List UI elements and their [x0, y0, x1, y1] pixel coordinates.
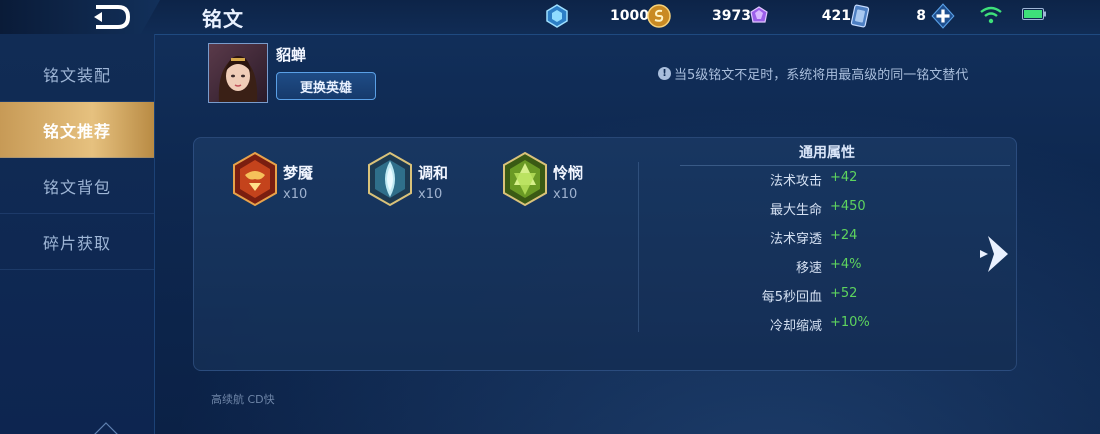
rune-screen: 铭文 1000 3973 421 8 铭文装配 铭文推荐 铭文背包 碎片获取 貂…: [0, 0, 1100, 434]
wifi-icon: [980, 6, 1002, 24]
sidebar-item-label: 碎片获取: [42, 233, 111, 253]
hero-name: 貂蝉: [276, 46, 307, 64]
sidebar-item-label: 铭文推荐: [42, 121, 111, 141]
rune-name: 梦魇: [283, 164, 314, 182]
blue-rune-icon: [368, 151, 412, 207]
back-arrow-icon[interactable]: [88, 3, 132, 31]
purple-gem-resource[interactable]: 421: [747, 3, 851, 29]
diamond-icon: [546, 4, 568, 28]
attribute-label: 每5秒回血: [761, 290, 822, 305]
rune-count: x10: [553, 187, 578, 202]
diamond-count: 1000: [610, 8, 649, 24]
gold-count: 3973: [712, 8, 751, 24]
attribute-row: 每5秒回血 +52: [640, 286, 940, 306]
back-area: [0, 0, 160, 34]
attribute-label: 法术攻击: [769, 174, 822, 189]
decoration-emblem-icon: [94, 422, 118, 434]
attribute-row: 冷却缩减 +10%: [640, 315, 940, 335]
card-count: 8: [916, 8, 926, 24]
info-icon: !: [658, 67, 671, 80]
attributes-separator: [680, 165, 1010, 166]
notice: ! 当5级铭文不足时，系统将用最高级的同一铭文替代: [658, 64, 968, 83]
change-hero-button[interactable]: 更换英雄: [276, 72, 376, 100]
sidebar-item-label: 铭文背包: [42, 177, 111, 197]
gold-resource[interactable]: 3973: [647, 3, 751, 29]
sidebar-item-rune-recommend[interactable]: 铭文推荐: [0, 102, 154, 158]
hero-avatar[interactable]: [208, 43, 268, 103]
green-rune-icon: [503, 151, 547, 207]
rune-name: 怜悯: [553, 164, 584, 182]
attribute-row: 最大生命 +450: [640, 199, 940, 219]
add-icon[interactable]: [930, 3, 956, 29]
sidebar: 铭文装配 铭文推荐 铭文背包 碎片获取: [0, 34, 155, 434]
attribute-value: +24: [830, 228, 858, 243]
attribute-value: +450: [830, 199, 866, 214]
sidebar-item-label: 铭文装配: [42, 65, 111, 85]
card-icon: [850, 4, 870, 28]
battery-icon: [1022, 8, 1046, 20]
sidebar-item-rune-equip[interactable]: 铭文装配: [0, 46, 154, 102]
red-rune-icon: [233, 151, 277, 207]
rune-name: 调和: [418, 164, 449, 182]
sidebar-item-fragments[interactable]: 碎片获取: [0, 214, 154, 270]
rune-count: x10: [283, 187, 308, 202]
attribute-label: 冷却缩减: [769, 319, 822, 334]
attribute-row: 法术攻击 +42: [640, 170, 940, 190]
attribute-row: 移速 +4%: [640, 257, 940, 277]
purple-gem-count: 421: [821, 8, 851, 24]
attribute-label: 移速: [795, 261, 822, 276]
attribute-value: +4%: [830, 257, 862, 272]
sidebar-item-rune-bag[interactable]: 铭文背包: [0, 158, 154, 214]
notice-text: 当5级铭文不足时，系统将用最高级的同一铭文替代: [674, 68, 969, 83]
diamond-resource[interactable]: 1000: [545, 3, 649, 29]
attributes-title: 通用属性: [799, 145, 855, 161]
panel-divider: [638, 162, 639, 332]
page-title: 铭文: [202, 7, 244, 31]
attribute-value: +42: [830, 170, 858, 185]
gold-coin-icon: [647, 4, 671, 28]
attribute-value: +10%: [830, 315, 870, 330]
recommendation-note: 高续航 CD快: [211, 393, 275, 406]
chevron-right-icon[interactable]: [978, 232, 1014, 276]
card-resource[interactable]: 8: [848, 3, 956, 29]
attribute-row: 法术穿透 +24: [640, 228, 940, 248]
rune-count: x10: [418, 187, 443, 202]
attribute-label: 最大生命: [769, 203, 822, 218]
purple-gem-icon: [750, 6, 768, 23]
attribute-value: +52: [830, 286, 858, 301]
attribute-label: 法术穿透: [769, 232, 822, 247]
top-bar: 铭文 1000 3973 421 8: [0, 0, 1100, 35]
hero-portrait-icon: [209, 44, 267, 102]
